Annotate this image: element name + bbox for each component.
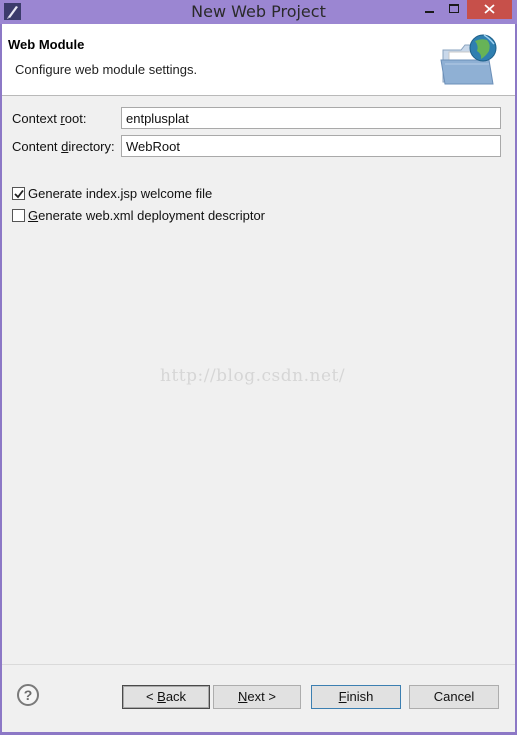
- next-button[interactable]: Next >: [213, 685, 301, 709]
- checkmark-icon: [14, 189, 24, 199]
- finish-button[interactable]: Finish: [311, 685, 401, 709]
- cancel-button[interactable]: Cancel: [409, 685, 499, 709]
- maximize-button[interactable]: [442, 0, 466, 19]
- wizard-header: Web Module Configure web module settings…: [2, 24, 515, 96]
- maximize-icon: [449, 4, 459, 13]
- dialog-body: Web Module Configure web module settings…: [2, 24, 515, 732]
- generate-webxml-checkbox[interactable]: [12, 209, 25, 222]
- footer-divider: [2, 664, 515, 665]
- folder-globe-icon: [440, 34, 497, 85]
- dialog-window: New Web Project Web Module Configure web…: [0, 0, 517, 735]
- generate-index-checkbox[interactable]: [12, 187, 25, 200]
- minimize-icon: [425, 11, 434, 13]
- content-directory-input[interactable]: [121, 135, 501, 157]
- help-question-icon[interactable]: ?: [17, 684, 39, 706]
- close-button[interactable]: [467, 0, 512, 19]
- minimize-button[interactable]: [416, 0, 442, 19]
- generate-webxml-label: Generate web.xml deployment descriptor: [28, 208, 266, 223]
- generate-index-label: Generate index.jsp welcome file: [28, 186, 213, 201]
- content-directory-label: Content directory:: [12, 139, 115, 154]
- title-bar[interactable]: New Web Project: [0, 0, 517, 24]
- page-description: Configure web module settings.: [15, 62, 198, 77]
- close-icon: [484, 4, 495, 14]
- back-button[interactable]: < Back: [122, 685, 210, 709]
- context-root-input[interactable]: [121, 107, 501, 129]
- context-root-label: Context root:: [12, 111, 87, 126]
- watermark-text: http://blog.csdn.net/: [160, 366, 346, 386]
- page-title: Web Module: [8, 37, 85, 52]
